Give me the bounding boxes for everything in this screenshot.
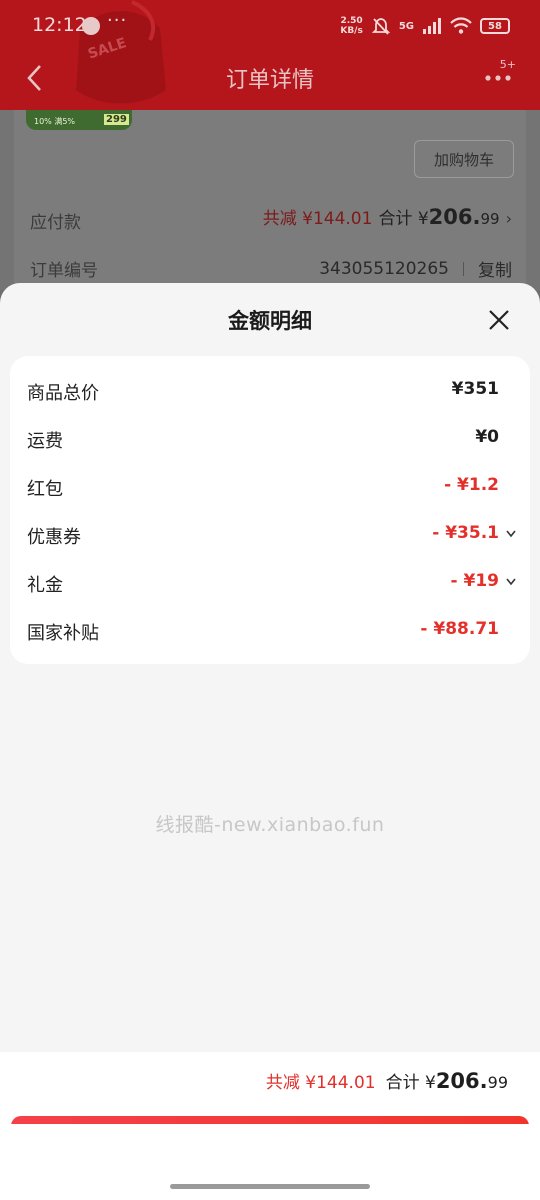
detail-row-red-packet: 红包 - ¥1.2 [27, 471, 515, 501]
detail-value: - ¥35.1 [432, 523, 499, 543]
amount-detail-card: 商品总价 ¥351 运费 ¥0 红包 - ¥1.2 优惠券 - ¥35.1 礼金… [10, 356, 530, 664]
footer-discount: 共减 ¥144.01 [265, 1073, 376, 1093]
detail-row-national-subsidy: 国家补贴 - ¥88.71 [27, 615, 515, 645]
watermark-text: 线报酷-new.xianbao.fun [155, 814, 385, 836]
battery-icon: 58 [480, 18, 510, 34]
detail-label: 礼金 [27, 575, 63, 596]
chevron-right-icon: › [505, 209, 512, 228]
net-speed: 2.50 KB/s [340, 16, 362, 36]
detail-label: 优惠券 [27, 527, 81, 548]
copy-button[interactable]: 复制 [478, 256, 512, 281]
payable-row[interactable]: 应付款 共减 ¥144.01 合计 ¥206.99 › [30, 204, 512, 234]
detail-row-gift-money[interactable]: 礼金 - ¥19 [27, 567, 517, 597]
network-type: 5G [398, 20, 414, 32]
add-to-cart-button[interactable]: 加购物车 [414, 140, 514, 178]
detail-value: - ¥19 [450, 571, 499, 591]
background-order-page: 10% 满5% 299 加购物车 应付款 共减 ¥144.01 合计 ¥206.… [0, 110, 540, 300]
system-nav-bar [0, 1124, 540, 1200]
status-icons: 2.50 KB/s 5G 58 [340, 14, 510, 38]
signal-icon [423, 18, 441, 34]
net-speed-unit: KB/s [340, 26, 363, 36]
payable-total-dec: 99 [480, 210, 500, 228]
order-number-label: 订单编号 [30, 261, 98, 281]
detail-row-coupon[interactable]: 优惠券 - ¥35.1 [27, 519, 517, 549]
footer-summary: 共减 ¥144.01 合计 ¥206.99 [266, 1068, 508, 1093]
detail-value: ¥351 [451, 379, 499, 399]
header-bar: SALE 12:12 ··· 2.50 KB/s 5G 58 订单详情 5+ [0, 0, 540, 110]
app-notification-icon [82, 17, 100, 35]
footer-total-int: 206. [435, 1069, 488, 1093]
payable-amount: 共减 ¥144.01 合计 ¥206.99 › [263, 204, 512, 229]
divider [463, 261, 464, 276]
status-bar: 12:12 ··· 2.50 KB/s 5G 58 [0, 0, 540, 52]
footer-total-dec: 99 [487, 1073, 508, 1092]
chevron-down-icon[interactable] [505, 577, 517, 587]
mute-icon [371, 18, 391, 35]
product-thumb-price: 299 [104, 114, 129, 125]
payable-total-int: 206. [428, 205, 481, 229]
detail-label: 商品总价 [27, 383, 99, 404]
message-badge: 5+ [499, 58, 516, 71]
detail-row-shipping: 运费 ¥0 [27, 423, 515, 453]
status-time: 12:12 [32, 14, 87, 36]
more-dots-icon[interactable] [484, 70, 514, 86]
payable-label: 应付款 [30, 213, 81, 233]
close-icon[interactable] [486, 307, 512, 333]
order-number-row: 订单编号 343055120265 复制 [30, 252, 512, 282]
payable-total-prefix: 合计 ¥ [378, 209, 429, 229]
chevron-down-icon[interactable] [505, 529, 517, 539]
status-more: ··· [107, 10, 128, 31]
detail-value: ¥0 [475, 427, 499, 447]
page-title: 订单详情 [225, 68, 314, 93]
detail-row-goods-total: 商品总价 ¥351 [27, 375, 515, 405]
detail-label: 红包 [27, 479, 63, 500]
payable-discount: 共减 ¥144.01 [262, 209, 373, 229]
detail-value: - ¥88.71 [420, 619, 499, 639]
detail-label: 国家补贴 [27, 623, 99, 644]
footer-total-prefix: 合计 ¥ [385, 1073, 436, 1093]
product-thumb-text: 10% 满5% [34, 117, 76, 126]
detail-label: 运费 [27, 431, 63, 452]
gesture-handle[interactable] [170, 1184, 370, 1189]
wifi-icon [450, 17, 472, 34]
detail-value: - ¥1.2 [444, 475, 499, 495]
product-thumbnail[interactable]: 10% 满5% 299 [26, 110, 132, 130]
sheet-title: 金额明细 [228, 309, 312, 333]
net-speed-value: 2.50 [340, 16, 363, 26]
order-number: 343055120265 [319, 258, 449, 279]
